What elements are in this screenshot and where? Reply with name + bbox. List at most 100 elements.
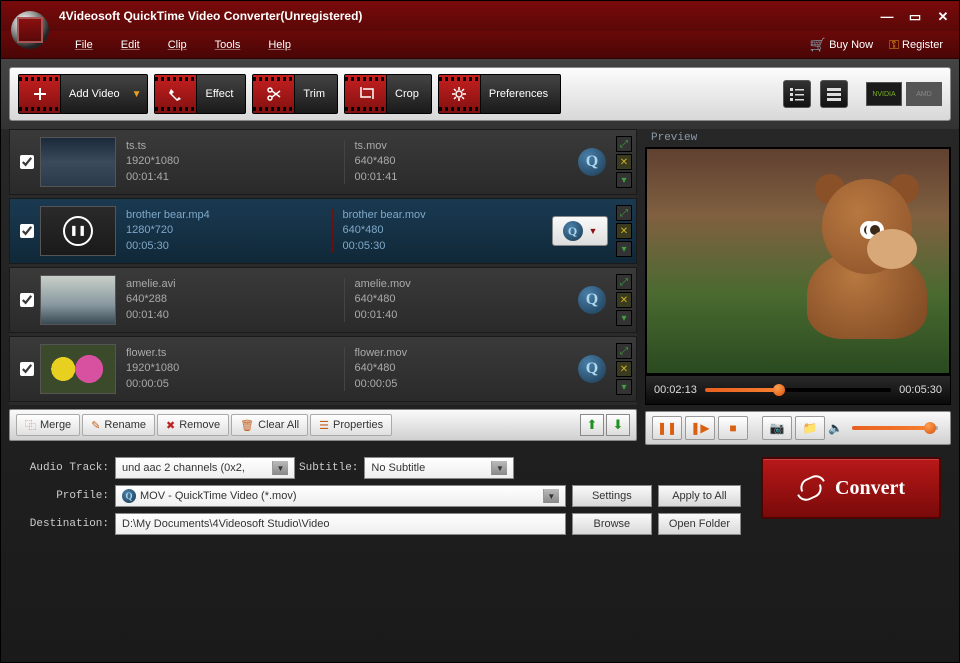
file-checkbox[interactable]	[20, 293, 34, 307]
output-info: amelie.mov640*48000:01:40	[345, 277, 573, 323]
key-icon: ⚿	[889, 37, 899, 53]
file-thumbnail	[40, 137, 116, 187]
rename-button[interactable]: ✎Rename	[82, 414, 155, 436]
menu-edit[interactable]: Edit	[107, 35, 154, 55]
browse-button[interactable]: Browse	[572, 513, 652, 535]
file-row[interactable]: amelie.avi640*28800:01:40 amelie.mov640*…	[9, 267, 637, 333]
minimize-button[interactable]: —	[879, 9, 895, 23]
properties-icon: ☰	[319, 419, 329, 432]
settings-button[interactable]: Settings	[572, 485, 652, 507]
row-down-button[interactable]: ▾	[616, 310, 632, 326]
row-expand-button[interactable]: ⤢	[616, 343, 632, 359]
menu-tools[interactable]: Tools	[201, 35, 255, 55]
register-button[interactable]: ⚿ Register	[883, 35, 949, 55]
snapshot-folder-button[interactable]: 📁	[795, 416, 825, 440]
bottom-panel: Audio Track: und aac 2 channels (0x2,▼ S…	[1, 445, 959, 547]
effect-button[interactable]: Effect	[154, 74, 246, 114]
merge-button[interactable]: ⿻Merge	[16, 414, 80, 436]
convert-label: Convert	[835, 477, 905, 500]
file-row[interactable]: ts.ts1920*108000:01:41 ts.mov640*48000:0…	[9, 129, 637, 195]
snapshot-button[interactable]: 📷	[762, 416, 792, 440]
row-expand-button[interactable]: ⤢	[616, 205, 632, 221]
list-actions-bar: ⿻Merge ✎Rename ✖Remove 🗑Clear All ☰Prope…	[9, 409, 637, 441]
file-row[interactable]: brother bear.mp41280*72000:05:30 brother…	[9, 198, 637, 264]
remove-button[interactable]: ✖Remove	[157, 414, 229, 436]
file-thumbnail	[40, 344, 116, 394]
add-video-button[interactable]: Add Video ▼	[18, 74, 148, 114]
output-info: brother bear.mov640*48000:05:30	[333, 208, 549, 254]
gear-icon	[451, 86, 467, 102]
crop-label: Crop	[387, 88, 431, 100]
convert-button[interactable]: Convert	[761, 457, 941, 519]
row-down-button[interactable]: ▾	[616, 172, 632, 188]
row-expand-button[interactable]: ⤢	[616, 136, 632, 152]
current-time: 00:02:13	[654, 384, 697, 396]
volume-slider[interactable]	[852, 426, 938, 430]
trim-label: Trim	[295, 88, 337, 100]
crop-button[interactable]: Crop	[344, 74, 432, 114]
volume-icon: 🔈	[828, 421, 843, 435]
move-down-button[interactable]: ⬇	[606, 414, 630, 436]
list-view-button[interactable]	[783, 80, 811, 108]
output-info: flower.mov640*48000:00:05	[345, 346, 573, 392]
nvidia-badge: NVIDIA	[866, 82, 902, 106]
file-thumbnail	[40, 275, 116, 325]
menu-help[interactable]: Help	[254, 35, 305, 55]
quicktime-icon[interactable]: Q	[578, 286, 606, 314]
pause-button[interactable]: ❚❚	[652, 416, 682, 440]
quicktime-icon[interactable]: Q	[578, 148, 606, 176]
row-remove-button[interactable]: ✕	[616, 154, 632, 170]
file-row[interactable]: flower.ts1920*108000:00:05 flower.mov640…	[9, 336, 637, 402]
menu-file[interactable]: File	[61, 35, 107, 55]
preview-panel: Preview 00:02:13 00:05:30 ❚❚ ❚▶ ■	[645, 129, 951, 445]
crop-icon	[358, 86, 374, 102]
file-list: ts.ts1920*108000:01:41 ts.mov640*48000:0…	[9, 129, 637, 405]
subtitle-dropdown[interactable]: No Subtitle▼	[364, 457, 514, 479]
row-down-button[interactable]: ▾	[616, 241, 632, 257]
output-format-dropdown[interactable]: Q ▼	[552, 216, 608, 246]
row-remove-button[interactable]: ✕	[616, 223, 632, 239]
file-checkbox[interactable]	[20, 362, 34, 376]
destination-label: Destination:	[19, 518, 109, 530]
buy-now-button[interactable]: 🛒 Buy Now	[804, 35, 879, 55]
list-view-icon	[789, 87, 805, 101]
profile-dropdown[interactable]: QMOV - QuickTime Video (*.mov) ▼	[115, 485, 566, 507]
clear-all-button[interactable]: 🗑Clear All	[231, 414, 308, 436]
trim-button[interactable]: Trim	[252, 74, 338, 114]
source-info: amelie.avi640*28800:01:40	[116, 277, 344, 323]
effect-icon	[168, 86, 184, 102]
profile-label: Profile:	[19, 490, 109, 502]
merge-icon: ⿻	[25, 417, 36, 433]
step-button[interactable]: ❚▶	[685, 416, 715, 440]
audio-track-dropdown[interactable]: und aac 2 channels (0x2,▼	[115, 457, 295, 479]
source-info: ts.ts1920*108000:01:41	[116, 139, 344, 185]
stop-button[interactable]: ■	[718, 416, 748, 440]
apply-to-all-button[interactable]: Apply to All	[658, 485, 741, 507]
source-info: brother bear.mp41280*72000:05:30	[116, 208, 332, 254]
output-info: ts.mov640*48000:01:41	[345, 139, 573, 185]
seek-slider[interactable]	[705, 388, 891, 392]
maximize-button[interactable]: ▭	[907, 9, 923, 23]
properties-button[interactable]: ☰Properties	[310, 414, 392, 436]
dropdown-arrow-icon: ▼	[589, 226, 598, 236]
audio-track-label: Audio Track:	[19, 462, 109, 474]
convert-icon	[797, 474, 825, 502]
scissors-icon	[266, 86, 282, 102]
playback-controls: ❚❚ ❚▶ ■ 📷 📁 🔈	[645, 411, 951, 445]
detail-view-button[interactable]	[820, 80, 848, 108]
row-remove-button[interactable]: ✕	[616, 292, 632, 308]
close-button[interactable]: ✕	[935, 9, 951, 23]
move-up-button[interactable]: ⬆	[580, 414, 604, 436]
menu-bar: File Edit Clip Tools Help 🛒 Buy Now ⚿ Re…	[1, 31, 959, 59]
preferences-button[interactable]: Preferences	[438, 74, 561, 114]
row-expand-button[interactable]: ⤢	[616, 274, 632, 290]
menu-clip[interactable]: Clip	[154, 35, 201, 55]
file-checkbox[interactable]	[20, 155, 34, 169]
file-checkbox[interactable]	[20, 224, 34, 238]
quicktime-icon[interactable]: Q	[578, 355, 606, 383]
destination-field[interactable]: D:\My Documents\4Videosoft Studio\Video	[115, 513, 566, 535]
row-remove-button[interactable]: ✕	[616, 361, 632, 377]
open-folder-button[interactable]: Open Folder	[658, 513, 741, 535]
quicktime-icon: Q	[563, 221, 583, 241]
row-down-button[interactable]: ▾	[616, 379, 632, 395]
